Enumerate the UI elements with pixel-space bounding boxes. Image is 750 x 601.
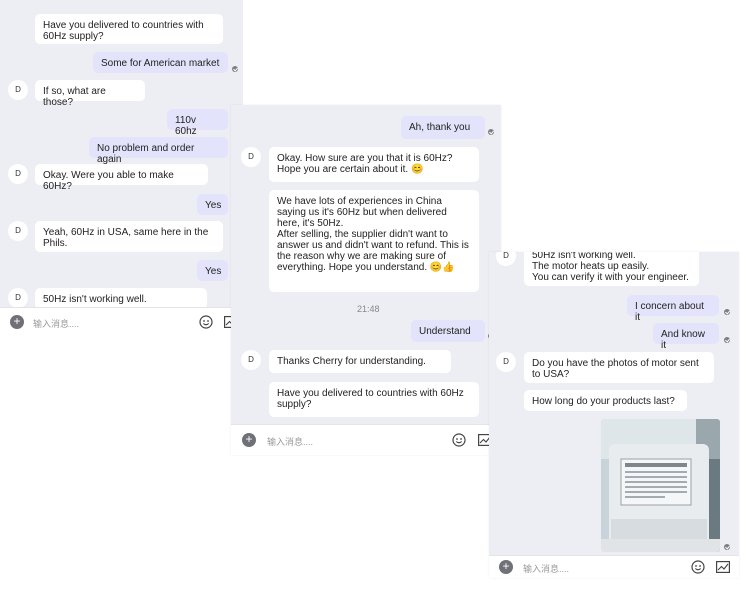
message-bubble: Have you delivered to countries with 60H… [35,14,223,44]
add-icon[interactable]: + [499,560,513,574]
timestamp: 21:48 [357,304,380,314]
chat-panel-3: D 50Hz isn't working well. The motor hea… [489,252,739,578]
message-input-bar: + 输入消息.... [231,424,501,455]
message-bubble: Thanks Cherry for understanding. [269,350,451,373]
message-bubble: Yeah, 60Hz in USA, same here in the Phil… [35,221,223,252]
message-bubble: No problem and order again [89,137,228,165]
message-bubble: Ah, thank you [401,116,485,139]
avatar: D [8,164,28,184]
read-receipt-icon [232,66,238,72]
message-bubble: Okay. Were you able to make 60Hz? [35,164,208,192]
message-input[interactable]: 输入消息.... [523,562,569,575]
message-bubble: And know it [653,323,719,351]
read-receipt-icon [724,337,730,343]
emoji-icon[interactable] [691,560,705,574]
message-bubble: 50Hz isn't working well. The motor heats… [524,252,699,286]
avatar: D [8,80,28,100]
message-bubble: Do you have the photos of motor sent to … [524,352,714,383]
read-receipt-icon [724,309,730,315]
emoji-icon[interactable] [452,433,466,447]
message-bubble: Some for American market [93,52,228,73]
message-bubble: Understand [411,320,485,342]
avatar: D [241,147,261,167]
avatar: D [241,350,261,370]
chat-panel-1: Have you delivered to countries with 60H… [0,0,243,336]
avatar: D [8,221,28,241]
message-bubble: How long do your products last? [524,390,687,411]
emoji-icon[interactable] [199,315,213,329]
message-bubble: I concern about it [627,295,719,323]
motor-photo[interactable] [601,419,720,552]
chat-panel-2: Ah, thank you D Okay. How sure are you t… [231,105,501,455]
read-receipt-icon [724,544,730,550]
message-bubble: We have lots of experiences in China say… [269,190,479,292]
add-icon[interactable]: + [242,433,256,447]
message-bubble: Have you delivered to countries with 60H… [269,382,479,417]
message-input[interactable]: 输入消息.... [33,317,79,330]
add-icon[interactable]: + [10,315,24,329]
message-bubble: 110v 60hz [167,109,228,137]
message-bubble: Yes [197,194,228,215]
message-bubble: Yes [197,260,228,281]
avatar: D [8,288,28,308]
avatar: D [496,352,516,372]
message-bubble: Okay. How sure are you that it is 60Hz? … [269,147,479,182]
message-input-bar: + 输入消息.... [0,307,243,336]
message-bubble: If so, what are those? [35,80,145,108]
message-input[interactable]: 输入消息.... [267,435,313,448]
avatar: D [496,252,516,266]
message-input-bar: + 输入消息.... [489,555,739,578]
image-icon[interactable] [716,561,730,573]
message-bubble: 50Hz isn't working well. [35,288,207,309]
read-receipt-icon [488,129,494,135]
